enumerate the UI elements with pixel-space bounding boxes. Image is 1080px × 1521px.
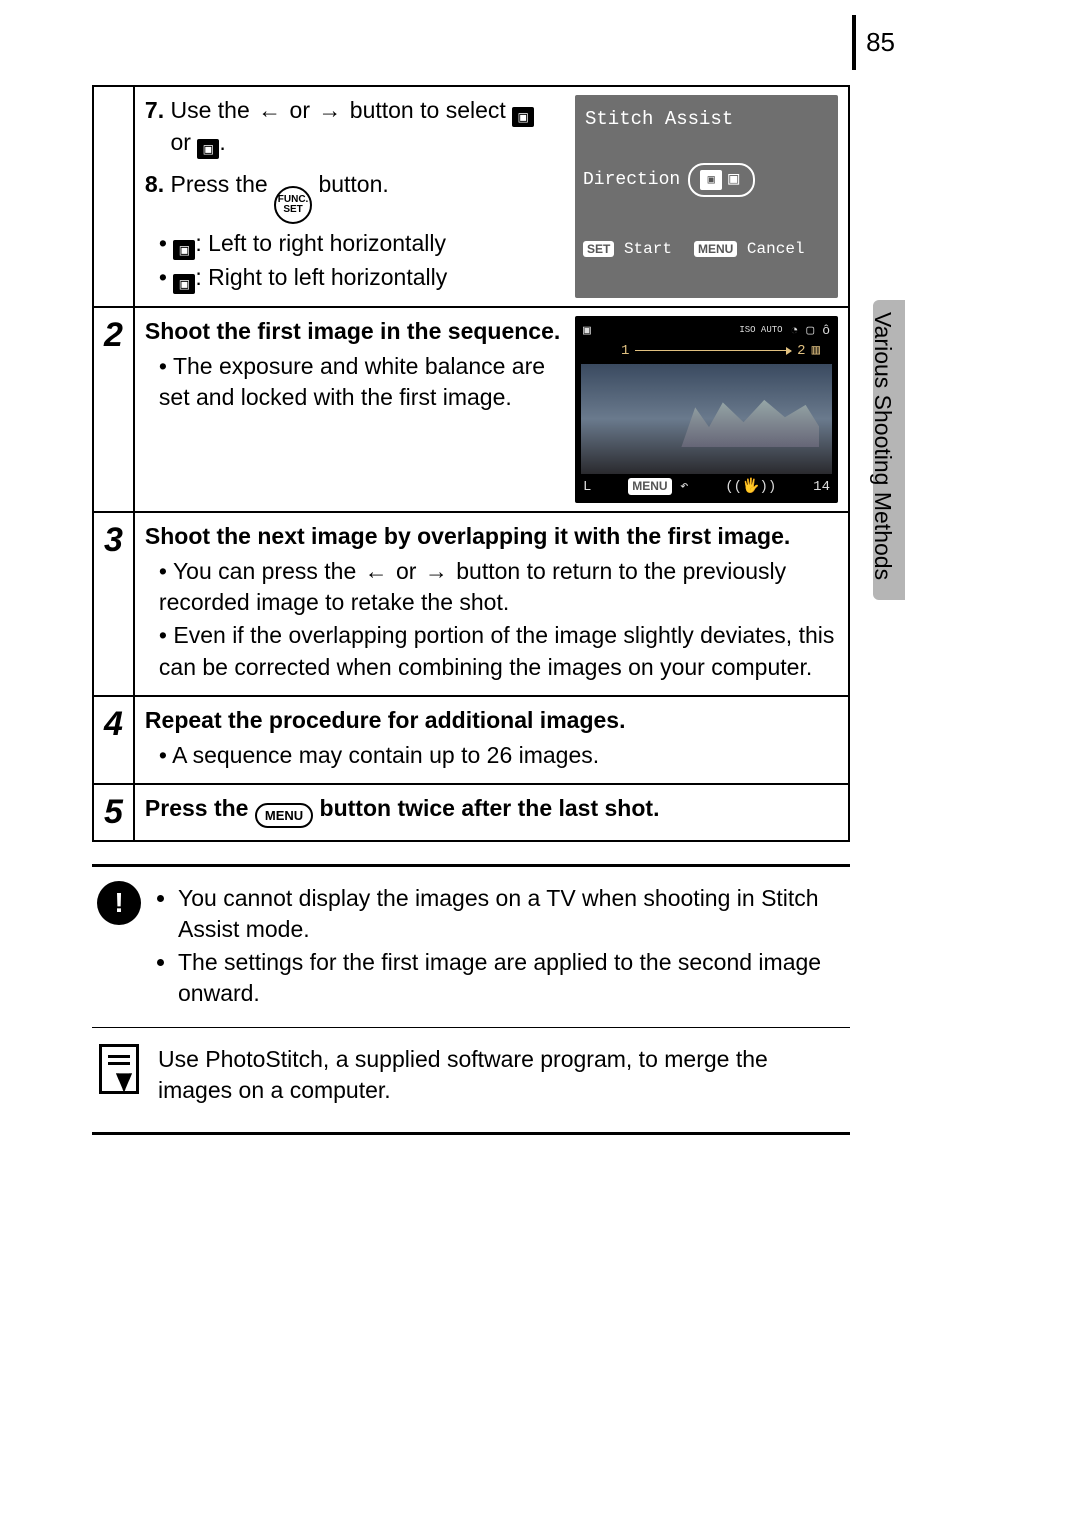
step-4-heading: Repeat the procedure for additional imag… xyxy=(145,705,838,736)
lcd-set-badge: SET xyxy=(583,241,614,257)
func-set-button-icon: FUNC.SET xyxy=(274,186,312,224)
warning-note-2: The settings for the first image are app… xyxy=(178,947,846,1009)
lcd-direction-pill: ▣ ▣ xyxy=(688,163,755,197)
left-arrow-icon: ← xyxy=(363,558,390,584)
size-L-icon: L xyxy=(583,478,591,497)
undo-icon: ↶ xyxy=(680,479,688,495)
stitch-rtl-icon: ▣ xyxy=(197,139,219,159)
step-2-bullet: The exposure and white balance are set a… xyxy=(159,351,565,413)
lcd-direction-label: Direction xyxy=(583,168,680,192)
notes-separator xyxy=(92,864,850,867)
shots-remaining: 14 xyxy=(813,478,830,497)
page-number-rule xyxy=(852,15,856,70)
substep-7-num: 7. xyxy=(145,97,164,123)
stitch-ltr-icon: ▣ xyxy=(173,240,195,260)
document-icon xyxy=(99,1044,139,1094)
step-5-number: 5 xyxy=(93,784,134,842)
menu-button-icon: MENU xyxy=(255,803,313,829)
step-3-heading: Shoot the next image by overlapping it w… xyxy=(145,521,838,552)
step-2-heading: Shoot the first image in the sequence. xyxy=(145,316,565,347)
lcd-shoot-first: ▣ ISO AUTO ◔ ▢ ô 1 xyxy=(575,316,838,503)
stitch-ltr-icon: ▣ xyxy=(700,170,722,190)
seq-arrow-icon xyxy=(635,350,791,351)
orientation-icon: ô xyxy=(822,322,830,340)
step-4-number: 4 xyxy=(93,696,134,784)
left-arrow-icon: ← xyxy=(256,97,283,123)
stitch-mode-icon: ▣ xyxy=(583,322,591,340)
notes-separator-bottom xyxy=(92,1132,850,1135)
iso-auto-icon: ISO AUTO xyxy=(739,326,782,335)
rtl-bullet: ▣: Right to left horizontally xyxy=(159,262,565,294)
step-3-bullet-2: Even if the overlapping portion of the i… xyxy=(159,620,838,682)
step-3-bullet-1: You can press the ← or → button to retur… xyxy=(159,556,838,618)
step1-text: 7. Use the ← or → button to select ▣ or … xyxy=(145,95,565,298)
notes-divider xyxy=(92,1027,850,1028)
battery-icon: ▥ xyxy=(812,342,820,361)
substep-8-num: 8. xyxy=(145,171,164,197)
right-arrow-icon: → xyxy=(423,558,450,584)
lcd-photo-preview xyxy=(581,364,832,474)
seq-1: 1 xyxy=(621,342,629,361)
lcd-menu-badge: MENU xyxy=(628,478,671,494)
step-5-heading: Press the MENU button twice after the la… xyxy=(145,793,838,829)
warning-icon: ! xyxy=(97,881,141,925)
single-shot-icon: ▢ xyxy=(806,322,814,340)
page-number: 85 xyxy=(866,27,895,58)
lcd-title: Stitch Assist xyxy=(585,107,828,133)
warning-notes: You cannot display the images on a TV wh… xyxy=(158,881,846,1011)
step-4-bullet: A sequence may contain up to 26 images. xyxy=(159,740,838,771)
lcd-menu-badge: MENU xyxy=(694,241,737,257)
seq-2: 2 xyxy=(797,342,805,361)
stitch-ltr-icon: ▣ xyxy=(512,107,534,127)
warning-note-1: You cannot display the images on a TV wh… xyxy=(178,883,846,945)
step-3-number: 3 xyxy=(93,512,134,695)
timer-icon: ◔ xyxy=(791,322,799,340)
right-arrow-icon: → xyxy=(316,97,343,123)
section-label: Various Shooting Methods xyxy=(869,312,896,580)
tip-note: Use PhotoStitch, a supplied software pro… xyxy=(158,1044,846,1106)
shake-icon: ((🖐)) xyxy=(725,478,776,497)
lcd-stitch-assist: Stitch Assist Direction ▣ ▣ SET Start xyxy=(575,95,838,298)
stitch-rtl-icon: ▣ xyxy=(173,274,195,294)
ltr-bullet: ▣: Left to right horizontally xyxy=(159,228,565,260)
step-2-number: 2 xyxy=(93,307,134,512)
